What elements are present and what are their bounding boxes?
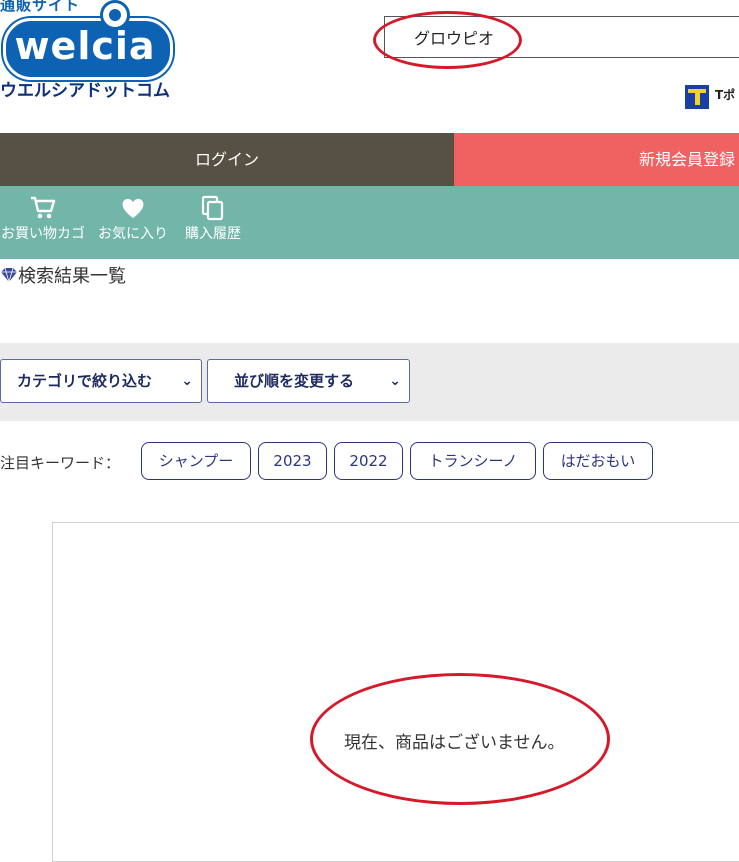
sort-order-label: 並び順を変更する [234, 372, 355, 390]
chevron-down-icon: ⌄ [389, 373, 401, 389]
nav-label-favorites: お気に入り [98, 226, 168, 242]
keyword-chip[interactable]: トランシーノ [410, 442, 536, 480]
copy-icon [201, 195, 224, 221]
keyword-chip[interactable]: はだおもい [543, 442, 653, 480]
keyword-chip[interactable]: 2022 [334, 442, 403, 480]
annotation-circle-search [373, 11, 522, 69]
logo-kana: ウエルシアドットコム [0, 81, 170, 101]
user-nav-bar: お買い物カゴ お気に入り 購入履歴 [0, 186, 739, 259]
sort-order-select[interactable]: 並び順を変更する ⌄ [207, 359, 410, 403]
page-title: 検索結果一覧 [0, 262, 126, 288]
category-filter-select[interactable]: カテゴリで絞り込む ⌄ [0, 359, 202, 403]
keyword-label: 注目キーワード： [0, 454, 121, 472]
tpoint-icon[interactable] [685, 85, 709, 109]
nav-item-cart[interactable]: お買い物カゴ [0, 186, 86, 259]
login-button[interactable]: ログイン [0, 133, 454, 186]
nav-item-favorites[interactable]: お気に入り [92, 186, 174, 259]
cart-icon [31, 196, 56, 219]
logo-tagline: 通販サイト [0, 0, 81, 14]
logo-dot-inner [109, 9, 121, 21]
annotation-circle-empty [310, 673, 610, 805]
logo-wordmark: welcia [14, 24, 156, 68]
diamond-icon [1, 267, 17, 284]
register-button[interactable]: 新規会員登録 [454, 133, 739, 186]
chevron-down-icon: ⌄ [181, 373, 193, 389]
site-logo[interactable]: 通販サイト welcia ウエルシアドットコム [0, 0, 180, 101]
tpoint-label[interactable]: Tポ [715, 86, 735, 103]
heart-icon [122, 198, 144, 218]
nav-label-history: 購入履歴 [185, 226, 241, 242]
keyword-chip[interactable]: シャンプー [141, 442, 251, 480]
keyword-chip[interactable]: 2023 [258, 442, 327, 480]
nav-item-history[interactable]: 購入履歴 [180, 186, 246, 259]
nav-label-cart: お買い物カゴ [1, 226, 85, 242]
category-filter-label: カテゴリで絞り込む [17, 372, 153, 390]
page-title-text: 検索結果一覧 [18, 266, 126, 287]
